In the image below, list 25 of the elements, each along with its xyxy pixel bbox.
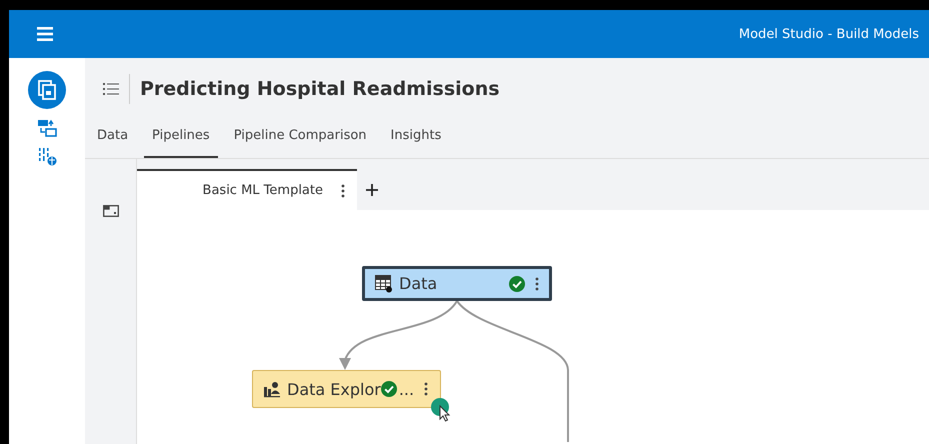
node-label: Data Explor (287, 380, 381, 398)
pipeline-tab-label: Basic ML Template (202, 183, 323, 198)
tab[interactable]: Pipelines (144, 120, 218, 158)
add-icon[interactable] (366, 184, 378, 196)
pipeline-node[interactable]: Data Explor ... (252, 370, 441, 408)
app-title: Model Studio - Build Models (738, 26, 919, 42)
exchange-icon[interactable] (37, 119, 57, 137)
chart-person-icon (263, 380, 281, 398)
tab[interactable]: Data (89, 120, 136, 158)
model-icon[interactable] (28, 71, 66, 109)
tab[interactable]: Insights (382, 120, 450, 158)
menu-icon[interactable] (37, 27, 53, 41)
table-icon (375, 274, 393, 292)
list-icon[interactable] (103, 83, 119, 95)
cursor-icon (431, 398, 453, 422)
more-icon[interactable] (424, 382, 428, 396)
more-icon[interactable] (535, 276, 539, 290)
tab[interactable]: Pipeline Comparison (226, 120, 375, 158)
node-ellipsis: ... (398, 380, 414, 398)
more-icon[interactable] (341, 184, 345, 198)
project-title: Predicting Hospital Readmissions (140, 78, 500, 100)
node-label: Data (399, 274, 438, 293)
pipeline-tab[interactable]: Basic ML Template (137, 169, 357, 210)
frame-icon[interactable] (102, 205, 118, 217)
pipeline-node[interactable]: Data (362, 266, 552, 301)
